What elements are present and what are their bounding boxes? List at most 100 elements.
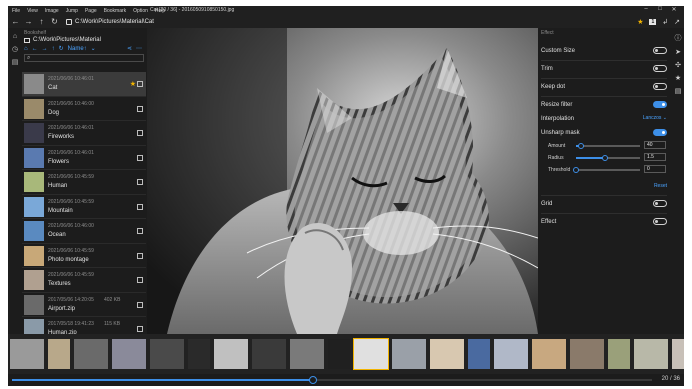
refresh-icon[interactable]: ↻ <box>49 16 60 27</box>
reset-button[interactable]: Reset <box>654 183 667 189</box>
effect-toggle[interactable] <box>653 218 667 225</box>
filmstrip-thumbnail[interactable] <box>74 339 108 369</box>
filmstrip-thumbnail[interactable] <box>608 339 630 369</box>
filmstrip-thumbnail[interactable] <box>353 338 389 370</box>
item-checkbox[interactable] <box>137 301 143 308</box>
amount-slider[interactable] <box>576 143 640 149</box>
menu-file[interactable]: File <box>12 8 20 14</box>
forward-arrow-icon[interactable]: → <box>42 46 48 52</box>
filmstrip-thumbnail[interactable] <box>468 339 490 369</box>
item-checkbox[interactable] <box>137 130 143 136</box>
filmstrip-thumbnail[interactable] <box>392 339 426 369</box>
favorite-star-icon[interactable]: ★ <box>637 18 643 26</box>
filmstrip-thumbnail[interactable] <box>570 339 604 369</box>
radius-slider-handle[interactable] <box>601 155 608 161</box>
list-item[interactable]: 2021/06/06 10:45:59 Mountain <box>22 195 146 219</box>
favorite-star-icon[interactable]: ★ <box>130 80 136 88</box>
menu-jump[interactable]: Jump <box>66 8 78 14</box>
menu-bookmark[interactable]: Bookmark <box>104 8 127 14</box>
list-item[interactable]: 2021/06/06 10:46:00 Dog <box>22 97 146 121</box>
forward-arrow-icon[interactable]: → <box>23 16 34 27</box>
list-item[interactable]: 2021/06/06 10:45:59 Textures <box>22 268 146 293</box>
grid-toggle[interactable] <box>653 200 667 207</box>
filmstrip-thumbnail[interactable] <box>112 339 146 369</box>
filmstrip-thumbnail[interactable] <box>532 339 566 369</box>
item-checkbox[interactable] <box>137 203 143 210</box>
filmstrip-thumbnail[interactable] <box>290 339 324 369</box>
list-item[interactable]: 2021/06/06 10:45:59 Human <box>22 170 146 195</box>
amount-slider-handle[interactable] <box>578 143 585 149</box>
threshold-value[interactable]: 0 <box>644 165 666 173</box>
item-checkbox[interactable] <box>137 326 143 332</box>
refresh-icon[interactable]: ↻ <box>59 45 64 52</box>
filmstrip-thumbnail[interactable] <box>634 339 668 369</box>
home-icon[interactable]: ⌂ <box>24 46 28 52</box>
single-page-button[interactable]: 1 <box>649 18 657 25</box>
search-input[interactable]: ⌕ <box>24 54 144 62</box>
list-item[interactable]: 2017/05/06 14:20:05 402 KB Airport.zip <box>22 293 146 317</box>
home-icon[interactable]: ⌂ <box>8 33 22 40</box>
direction-arrow-icon[interactable]: ↲ <box>662 18 668 26</box>
threshold-slider-handle[interactable] <box>573 167 579 173</box>
star-icon[interactable]: ★ <box>672 74 684 82</box>
filmstrip-thumbnail[interactable] <box>430 339 464 369</box>
item-checkbox[interactable] <box>137 277 143 283</box>
trim-toggle[interactable] <box>653 65 667 72</box>
share-icon[interactable]: ⋖ <box>127 45 132 52</box>
filmstrip-thumbnail[interactable] <box>672 339 684 369</box>
more-icon[interactable]: ⋯ <box>136 45 142 52</box>
info-icon[interactable]: ⓘ <box>672 33 684 43</box>
radius-slider[interactable] <box>576 155 640 161</box>
menu-option[interactable]: Option <box>133 8 148 14</box>
menu-view[interactable]: View <box>27 8 38 14</box>
sort-button[interactable]: Name↑ <box>68 46 87 52</box>
filmstrip-thumbnail[interactable] <box>188 339 210 369</box>
maximize-button[interactable]: □ <box>653 6 667 13</box>
unsharp-mask-toggle[interactable] <box>653 129 667 136</box>
filmstrip-thumbnail[interactable] <box>10 339 44 369</box>
item-checkbox[interactable] <box>137 81 143 87</box>
up-arrow-icon[interactable]: ↑ <box>52 46 55 52</box>
list-item[interactable]: 2021/06/06 10:46:00 Ocean <box>22 219 146 244</box>
close-button[interactable]: ✕ <box>667 6 681 13</box>
filmstrip-thumbnail[interactable] <box>328 339 350 369</box>
list-item[interactable]: 2021/06/06 10:46:01 Flowers <box>22 146 146 170</box>
item-checkbox[interactable] <box>137 179 143 185</box>
menu-page[interactable]: Page <box>85 8 97 14</box>
zoom-icon[interactable]: ↗ <box>674 18 680 26</box>
filmstrip-thumbnail[interactable] <box>494 339 528 369</box>
list-item[interactable]: 2021/06/06 10:46:01 Cat ★ <box>22 72 146 97</box>
threshold-slider[interactable] <box>573 167 640 173</box>
back-arrow-icon[interactable]: ← <box>32 46 38 52</box>
chevron-down-icon[interactable]: ⌄ <box>91 45 96 52</box>
item-checkbox[interactable] <box>137 252 143 259</box>
effect-icon[interactable]: ✣ <box>672 61 684 69</box>
menu-image[interactable]: Image <box>45 8 59 14</box>
minimize-button[interactable]: – <box>639 6 653 13</box>
radius-value[interactable]: 1.5 <box>644 153 666 161</box>
up-arrow-icon[interactable]: ↑ <box>36 16 47 27</box>
playlist-icon[interactable]: ▤ <box>672 87 684 95</box>
page-slider-handle[interactable] <box>308 376 317 384</box>
page-slider[interactable] <box>12 376 652 384</box>
custom-size-toggle[interactable] <box>653 47 667 54</box>
history-icon[interactable]: ◷ <box>8 45 22 53</box>
filmstrip-thumbnail[interactable] <box>252 339 286 369</box>
back-arrow-icon[interactable]: ← <box>10 16 21 27</box>
address-bar[interactable]: C:\Work\Pictures\Material\Cat <box>66 16 154 27</box>
item-checkbox[interactable] <box>137 154 143 161</box>
filmstrip-thumbnail[interactable] <box>150 339 184 369</box>
interpolation-select[interactable]: Lanczos ⌄ <box>643 115 667 121</box>
item-checkbox[interactable] <box>137 228 143 234</box>
list-item[interactable]: 2021/06/06 10:46:01 Fireworks <box>22 121 146 146</box>
image-viewer[interactable] <box>147 28 538 334</box>
amount-value[interactable]: 40 <box>644 141 666 149</box>
keep-dot-toggle[interactable] <box>653 83 667 90</box>
pagelist-icon[interactable]: ▤ <box>8 58 22 66</box>
resize-filter-toggle[interactable] <box>653 101 667 108</box>
list-item[interactable]: 2021/06/06 10:45:59 Photo montage <box>22 244 146 268</box>
item-checkbox[interactable] <box>137 105 143 112</box>
filmstrip-thumbnail[interactable] <box>48 339 70 369</box>
navigator-icon[interactable]: ➤ <box>672 48 684 56</box>
filmstrip-thumbnail[interactable] <box>214 339 248 369</box>
